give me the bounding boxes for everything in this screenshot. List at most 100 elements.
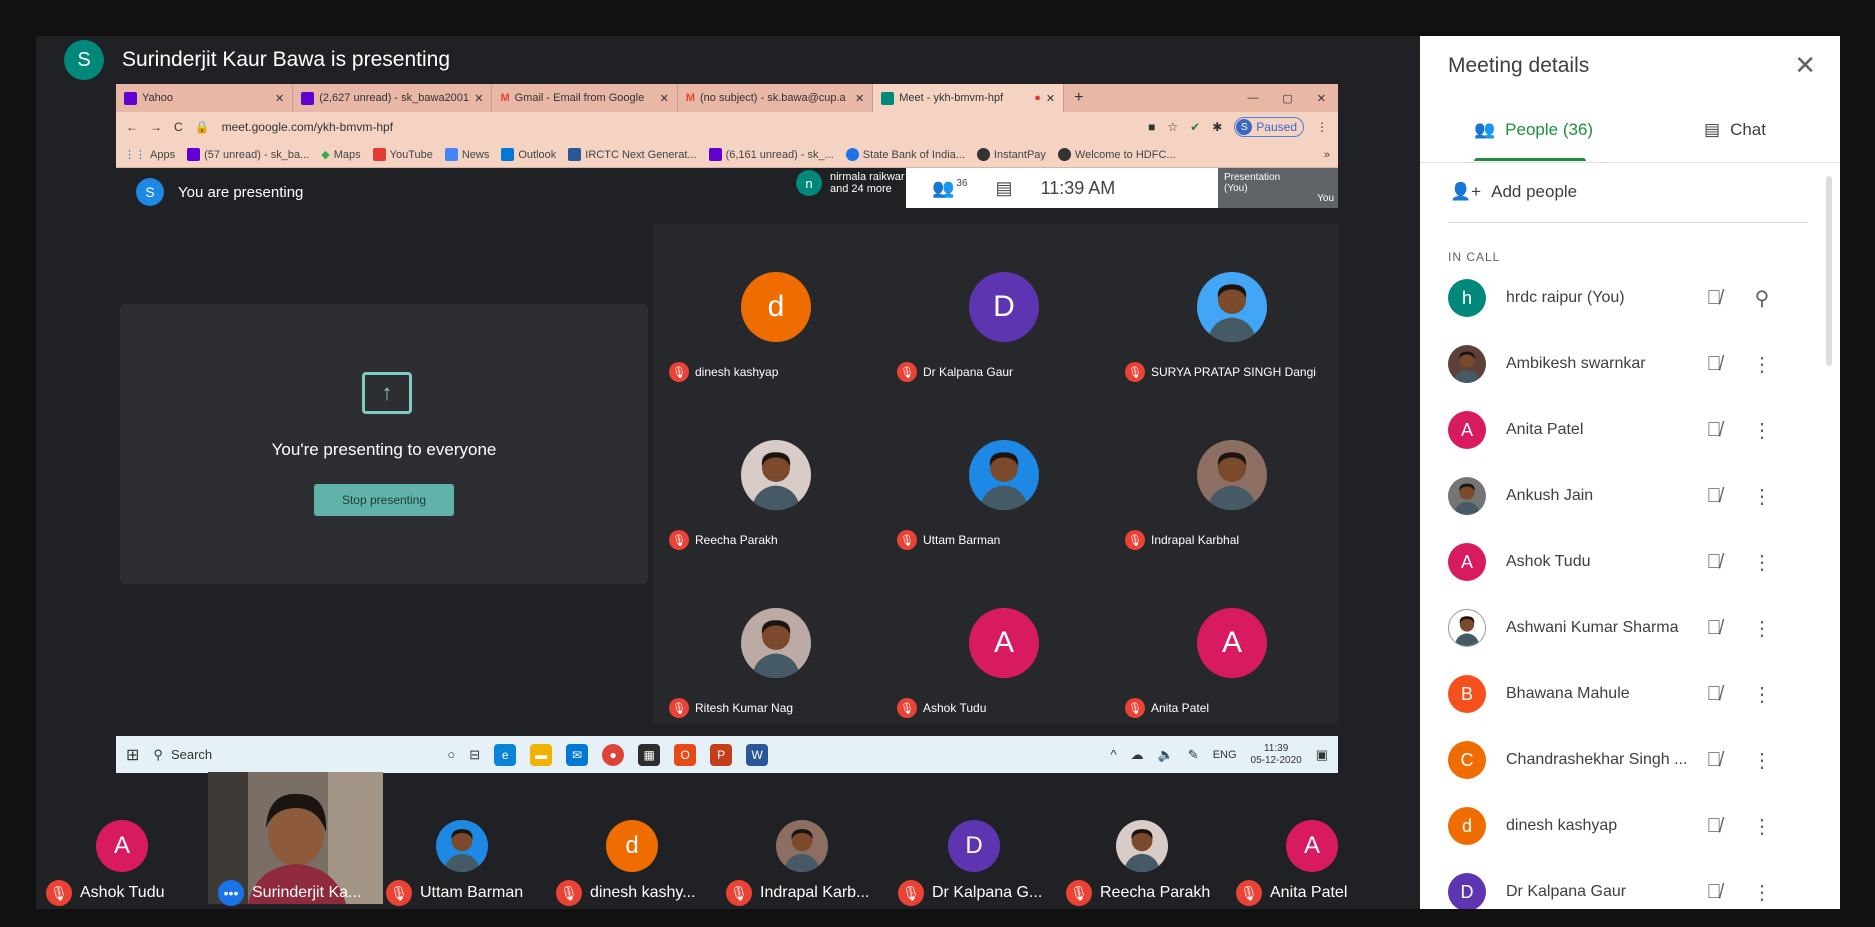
edge-icon[interactable]: e (494, 743, 517, 766)
more-bookmarks-icon[interactable]: » (1324, 149, 1330, 161)
person-row[interactable]: h hrdc raipur (You) 🎙̸ ⚲ (1448, 268, 1808, 328)
store-icon[interactable]: ▦ (638, 743, 661, 766)
person-row[interactable]: D Dr Kalpana Gaur 🎙̸ ⋮ (1448, 862, 1808, 909)
panel-scrollbar[interactable] (1826, 176, 1832, 366)
presentation-thumbnail[interactable]: Presentation (You) You (1218, 168, 1338, 208)
url-field[interactable]: meet.google.com/ykh-bmvm-hpf (222, 120, 1137, 134)
participant-tile[interactable]: 🎙 Indrapal Karbhal (1117, 396, 1338, 568)
pin-icon[interactable]: ⚲ (1734, 286, 1790, 311)
participant-tile[interactable]: 🎙 Reecha Parakh (661, 396, 889, 568)
mail-app-icon[interactable]: ✉ (566, 743, 589, 766)
mic-off-icon[interactable]: 🎙̸ (1694, 815, 1734, 838)
participant-tile[interactable]: 🎙 Ritesh Kumar Nag (661, 564, 889, 736)
more-options-icon[interactable]: ⋮ (1734, 880, 1790, 905)
more-options-icon[interactable]: ⋮ (1734, 352, 1790, 377)
browser-tab[interactable]: M (no subject) - sk.bawa@cup.a ✕ (678, 84, 874, 112)
person-row[interactable]: A Anita Patel 🎙̸ ⋮ (1448, 400, 1808, 460)
cortana-icon[interactable]: ○ (447, 747, 455, 762)
language-indicator[interactable]: ENG (1213, 749, 1237, 761)
bookmark-item[interactable]: Welcome to HDFC... (1057, 148, 1176, 161)
mic-off-icon[interactable]: 🎙̸ (1694, 881, 1734, 904)
reload-icon[interactable]: C (174, 120, 183, 134)
strip-participant[interactable]: 🎙 Uttam Barman (376, 778, 546, 908)
window-close-icon[interactable]: ✕ (1305, 92, 1338, 105)
bookmark-item[interactable]: ◆ Maps (321, 148, 360, 162)
menu-dots-icon[interactable]: ⋮ (1316, 120, 1328, 134)
strip-participant[interactable]: 🎙 Reecha Parakh (1056, 778, 1226, 908)
profile-paused-chip[interactable]: S Paused (1234, 117, 1304, 137)
participant-tile[interactable]: A 🎙 Ashok Tudu (889, 564, 1117, 736)
people-count-button[interactable]: 👥 36 (932, 178, 968, 199)
minimize-icon[interactable]: — (1235, 92, 1270, 104)
more-options-icon[interactable]: ⋮ (1734, 814, 1790, 839)
mic-off-icon[interactable]: 🎙̸ (1694, 287, 1734, 310)
bookmark-item[interactable]: (6,161 unread) - sk_... (708, 148, 834, 161)
more-options-icon[interactable]: ⋮ (1734, 748, 1790, 773)
more-options-icon[interactable]: ⋮ (1734, 550, 1790, 575)
mic-off-icon[interactable]: 🎙̸ (1694, 749, 1734, 772)
maximize-icon[interactable]: ▢ (1270, 92, 1304, 105)
star-icon[interactable]: ☆ (1167, 120, 1178, 134)
bookmark-item[interactable]: State Bank of India... (845, 148, 965, 161)
file-explorer-icon[interactable]: ▬ (530, 743, 553, 766)
strip-participant[interactable]: D 🎙 Dr Kalpana G... (888, 778, 1058, 908)
more-options-icon[interactable]: ⋮ (1734, 484, 1790, 509)
participant-tile[interactable]: 🎙 SURYA PRATAP SINGH Dangi (1117, 228, 1338, 400)
word-icon[interactable]: W (746, 743, 769, 766)
person-row[interactable]: Ashwani Kumar Sharma 🎙̸ ⋮ (1448, 598, 1808, 658)
more-options-icon[interactable]: ⋮ (1734, 418, 1790, 443)
participant-tile[interactable]: d 🎙 dinesh kashyap (661, 228, 889, 400)
pen-icon[interactable]: ✎ (1188, 747, 1199, 763)
close-tab-icon[interactable]: ✕ (1046, 92, 1055, 105)
close-tab-icon[interactable]: ✕ (855, 92, 864, 105)
person-row[interactable]: B Bhawana Mahule 🎙̸ ⋮ (1448, 664, 1808, 724)
strip-participant[interactable]: ••• Surinderjit Ka... (208, 778, 378, 908)
close-tab-icon[interactable]: ✕ (275, 92, 284, 105)
bookmark-item[interactable]: ⋮⋮ Apps (124, 148, 175, 162)
notification-icon[interactable]: ▣ (1316, 747, 1328, 763)
add-people-button[interactable]: 👤+ Add people (1450, 182, 1577, 202)
office-icon[interactable]: O (674, 743, 697, 766)
close-tab-icon[interactable]: ✕ (660, 92, 669, 105)
more-options-icon[interactable]: ⋮ (1734, 682, 1790, 707)
bookmark-item[interactable]: News (444, 148, 489, 161)
close-tab-icon[interactable]: ✕ (474, 92, 483, 105)
bookmark-item[interactable]: (57 unread) - sk_ba... (187, 148, 309, 161)
person-row[interactable]: Ankush Jain 🎙̸ ⋮ (1448, 466, 1808, 526)
participant-tile[interactable]: 🎙 Uttam Barman (889, 396, 1117, 568)
tab-chat[interactable]: ▤ Chat (1704, 120, 1766, 140)
bookmark-item[interactable]: Outlook (501, 148, 556, 161)
strip-participant[interactable]: A 🎙 Ashok Tudu (36, 778, 206, 908)
mic-off-icon[interactable]: 🎙̸ (1694, 551, 1734, 574)
windows-start-icon[interactable]: ⊞ (126, 745, 139, 765)
back-icon[interactable]: ← (126, 120, 138, 134)
strip-participant[interactable]: 🎙 Indrapal Karb... (716, 778, 886, 908)
forward-icon[interactable]: → (150, 120, 162, 134)
powerpoint-icon[interactable]: P (710, 743, 733, 766)
chat-icon[interactable]: ▤ (996, 178, 1013, 199)
stop-presenting-button[interactable]: Stop presenting (314, 484, 454, 516)
browser-tab[interactable]: M Gmail - Email from Google ✕ (492, 84, 678, 112)
strip-participant[interactable]: A 🎙 Anita Patel (1226, 778, 1396, 908)
camera-icon[interactable]: ■ (1148, 120, 1155, 134)
person-row[interactable]: A Ashok Tudu 🎙̸ ⋮ (1448, 532, 1808, 592)
task-view-icon[interactable]: ⊟ (469, 747, 480, 763)
mic-off-icon[interactable]: 🎙̸ (1694, 683, 1734, 706)
participant-tile[interactable]: A 🎙 Anita Patel (1117, 564, 1338, 736)
tab-people[interactable]: 👥 People (36) (1474, 120, 1593, 140)
mic-off-icon[interactable]: 🎙̸ (1694, 485, 1734, 508)
browser-tab[interactable]: Yahoo ✕ (116, 84, 294, 112)
person-row[interactable]: d dinesh kashyap 🎙̸ ⋮ (1448, 796, 1808, 856)
volume-icon[interactable]: 🔈 (1158, 747, 1174, 763)
puzzle-icon[interactable]: ✱ (1212, 120, 1222, 134)
person-row[interactable]: Ambikesh swarnkar 🎙̸ ⋮ (1448, 334, 1808, 394)
mic-off-icon[interactable]: 🎙̸ (1694, 419, 1734, 442)
close-icon[interactable]: ✕ (1794, 50, 1816, 81)
browser-tab-active[interactable]: Meet - ykh-bmvm-hpf ● ✕ (873, 84, 1065, 112)
mic-off-icon[interactable]: 🎙̸ (1694, 353, 1734, 376)
participant-tile[interactable]: D 🎙 Dr Kalpana Gaur (889, 228, 1117, 400)
chrome-icon[interactable]: ● (602, 743, 625, 766)
bookmark-item[interactable]: IRCTC Next Generat... (568, 148, 697, 161)
taskbar-search[interactable]: ⚲ Search (153, 747, 433, 763)
person-row[interactable]: C Chandrashekhar Singh ... 🎙̸ ⋮ (1448, 730, 1808, 790)
